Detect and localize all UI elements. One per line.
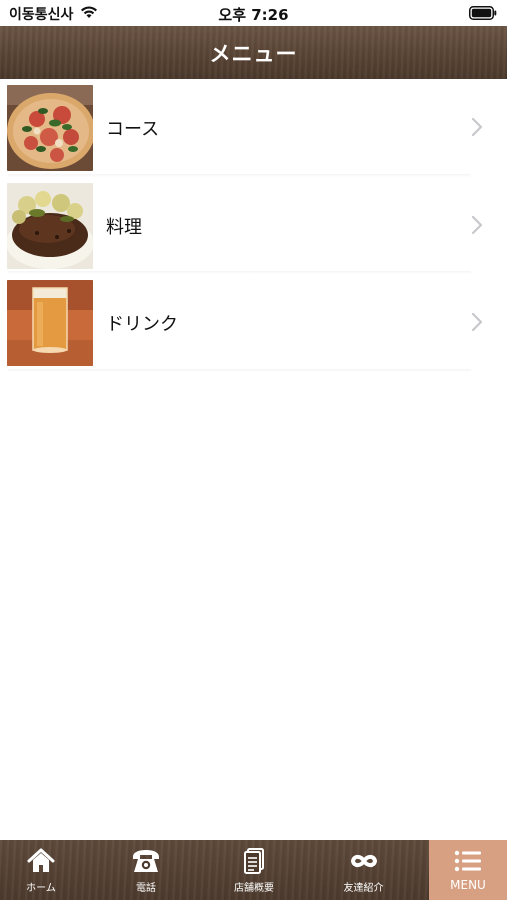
tab-label: ホーム bbox=[26, 883, 56, 894]
document-icon bbox=[244, 848, 264, 874]
status-time: 오후 7:26 bbox=[218, 6, 289, 24]
tab-label: 電話 bbox=[136, 883, 156, 894]
menu-item-label: ドリンク bbox=[106, 314, 178, 335]
tab-label: 店舗概要 bbox=[234, 883, 274, 894]
tab-refer-friend[interactable]: 友達紹介 bbox=[298, 840, 429, 900]
battery-icon bbox=[469, 6, 497, 20]
tab-phone[interactable]: 電話 bbox=[82, 840, 210, 900]
navigation-bar: メニュー bbox=[0, 26, 507, 79]
divider bbox=[8, 368, 471, 372]
status-bar: 이동통신사 오후 7:26 bbox=[0, 0, 507, 26]
pizza-thumbnail bbox=[7, 85, 93, 171]
menu-item-drinks[interactable]: ドリンク bbox=[0, 274, 507, 372]
tab-store-info[interactable]: 店舗概要 bbox=[210, 840, 298, 900]
home-icon bbox=[27, 848, 55, 872]
menu-item-label: 料理 bbox=[106, 216, 142, 238]
chevron-right-icon bbox=[471, 215, 483, 234]
stew-thumbnail bbox=[7, 182, 93, 269]
tab-bar: ホーム 電話 店舗概要 友達紹介 MENU bbox=[0, 840, 507, 900]
chevron-right-icon bbox=[471, 312, 483, 332]
phone-icon bbox=[133, 850, 159, 872]
menu-item-course[interactable]: コース bbox=[0, 79, 507, 177]
tab-label: MENU bbox=[450, 878, 486, 892]
infinity-icon bbox=[350, 854, 377, 868]
tab-home[interactable]: ホーム bbox=[0, 840, 82, 900]
menu-item-label: コース bbox=[106, 119, 160, 140]
tab-menu[interactable]: MENU bbox=[429, 840, 507, 900]
tab-label: 友達紹介 bbox=[343, 883, 384, 894]
page-title: メニュー bbox=[209, 41, 298, 66]
menu-list: コース 料理 ドリンク bbox=[0, 79, 507, 372]
chevron-right-icon bbox=[471, 117, 483, 137]
beer-thumbnail bbox=[7, 280, 93, 366]
menu-item-dishes[interactable]: 料理 bbox=[0, 177, 507, 274]
list-icon bbox=[454, 850, 481, 872]
